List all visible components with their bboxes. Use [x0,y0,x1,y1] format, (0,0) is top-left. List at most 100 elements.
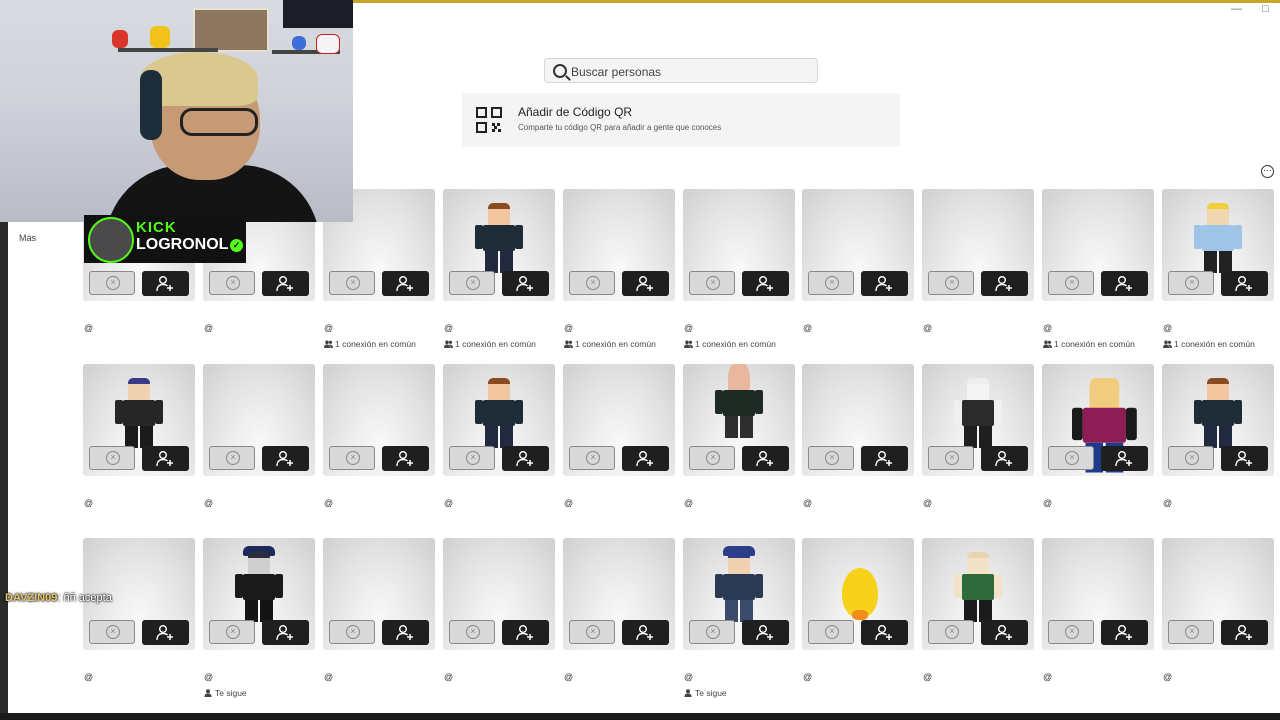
person-card[interactable]: × [323,364,435,476]
add-friend-button[interactable] [981,446,1028,471]
add-friend-button[interactable] [861,446,908,471]
add-friend-button[interactable] [1221,446,1268,471]
person-card[interactable]: × [683,538,795,650]
avatar-leg [125,426,138,448]
decline-button[interactable]: × [808,446,854,470]
add-friend-button[interactable] [622,620,669,645]
add-friend-button[interactable] [1101,271,1148,296]
person-card[interactable]: × [203,538,315,650]
person-card[interactable]: × [443,538,555,650]
person-card[interactable]: × [683,364,795,476]
decline-button[interactable]: × [1168,271,1214,295]
add-friend-button[interactable] [262,271,309,296]
decline-button[interactable]: × [209,620,255,644]
add-friend-button[interactable] [262,446,309,471]
decline-button[interactable]: × [89,620,135,644]
decline-button[interactable]: × [569,620,615,644]
decline-button[interactable]: × [1168,620,1214,644]
person-card[interactable]: × [802,538,914,650]
person-card[interactable]: × [683,189,795,301]
decline-button[interactable]: × [449,446,495,470]
decline-button[interactable]: × [1048,271,1094,295]
person-handle: @ [204,323,214,333]
sidebar-more-label[interactable]: Más [19,233,36,243]
search-bar[interactable] [544,58,818,83]
add-friend-button[interactable] [742,620,789,645]
decline-button[interactable]: × [569,446,615,470]
add-friend-button[interactable] [502,446,549,471]
decline-button[interactable]: × [689,271,735,295]
decline-button[interactable]: × [569,271,615,295]
more-options-icon[interactable]: ··· [1261,165,1274,178]
person-card[interactable]: × [443,364,555,476]
add-friend-button[interactable] [142,446,189,471]
add-friend-button[interactable] [1101,620,1148,645]
add-friend-button[interactable] [622,446,669,471]
avatar-leg [725,416,738,438]
decline-button[interactable]: × [928,271,974,295]
person-card[interactable]: × [563,189,675,301]
kick-brand: KICK [136,219,177,236]
add-friend-button[interactable] [981,620,1028,645]
person-card[interactable]: × [1042,189,1154,301]
add-friend-button[interactable] [1101,446,1148,471]
person-handle: @ [803,672,813,682]
decline-button[interactable]: × [449,620,495,644]
decline-button[interactable]: × [689,446,735,470]
person-card[interactable]: × [1162,364,1274,476]
decline-button[interactable]: × [89,271,135,295]
add-friend-button[interactable] [1221,271,1268,296]
decline-button[interactable]: × [1168,446,1214,470]
decline-button[interactable]: × [808,271,854,295]
add-friend-button[interactable] [861,271,908,296]
qr-add-card[interactable]: Añadir de Código QR Comparte tu código Q… [462,93,900,147]
add-friend-button[interactable] [502,271,549,296]
person-card[interactable]: × [922,364,1034,476]
person-card[interactable]: × [922,538,1034,650]
person-card[interactable]: × [1042,538,1154,650]
decline-button[interactable]: × [209,446,255,470]
add-friend-button[interactable] [142,271,189,296]
add-friend-button[interactable] [861,620,908,645]
person-card[interactable]: × [1162,189,1274,301]
person-card[interactable]: × [802,364,914,476]
decline-button[interactable]: × [1048,620,1094,644]
decline-button[interactable]: × [928,620,974,644]
minimize-icon[interactable]: — [1231,3,1242,15]
person-card[interactable]: × [203,364,315,476]
decline-button[interactable]: × [329,446,375,470]
decline-button[interactable]: × [808,620,854,644]
person-card[interactable]: × [323,538,435,650]
person-card[interactable]: × [1042,364,1154,476]
maximize-icon[interactable]: □ [1262,3,1269,15]
decline-button[interactable]: × [89,446,135,470]
decline-button[interactable]: × [209,271,255,295]
decline-button[interactable]: × [329,620,375,644]
add-friend-button[interactable] [742,271,789,296]
person-card[interactable]: × [802,189,914,301]
search-input[interactable] [569,62,813,82]
avatar-leg [140,426,153,448]
decline-button[interactable]: × [1048,446,1094,470]
add-friend-button[interactable] [981,271,1028,296]
person-card[interactable]: × [83,364,195,476]
add-friend-button[interactable] [382,620,429,645]
add-friend-button[interactable] [262,620,309,645]
add-friend-button[interactable] [142,620,189,645]
add-friend-button[interactable] [382,271,429,296]
decline-button[interactable]: × [689,620,735,644]
add-friend-button[interactable] [502,620,549,645]
add-friend-button[interactable] [742,446,789,471]
person-card[interactable]: × [563,364,675,476]
add-friend-button[interactable] [1221,620,1268,645]
decline-circle-x-icon: × [346,451,360,465]
person-card[interactable]: × [1162,538,1274,650]
decline-button[interactable]: × [329,271,375,295]
person-card[interactable]: × [443,189,555,301]
add-friend-button[interactable] [622,271,669,296]
person-card[interactable]: × [563,538,675,650]
decline-button[interactable]: × [928,446,974,470]
add-friend-button[interactable] [382,446,429,471]
person-card[interactable]: × [922,189,1034,301]
decline-button[interactable]: × [449,271,495,295]
